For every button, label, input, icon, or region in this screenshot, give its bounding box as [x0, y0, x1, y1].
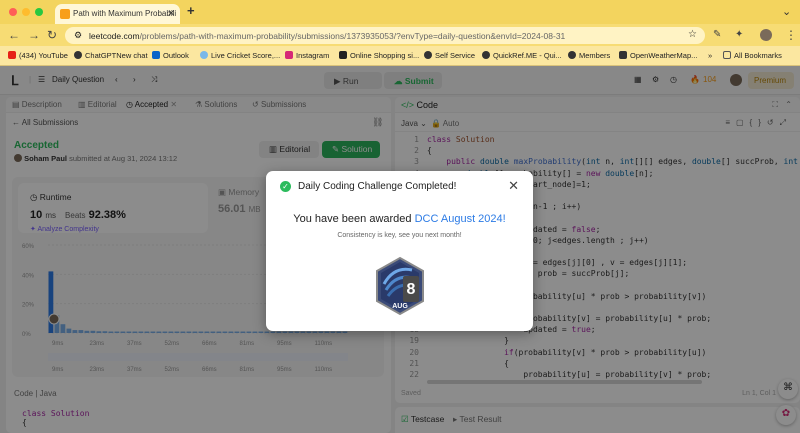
check-circle-icon: ✓	[280, 181, 291, 192]
leetcode-favicon-icon	[60, 9, 70, 19]
bookmark-cricket[interactable]: Live Cricket Score,...	[200, 51, 280, 60]
bookmarks-bar: (434) YouTube ChatGPTNew chat Outlook Li…	[0, 46, 800, 66]
youtube-icon	[8, 51, 16, 59]
badge-month: AUG	[392, 303, 408, 310]
bookmarks-overflow[interactable]: »	[708, 51, 712, 60]
instagram-icon	[285, 51, 293, 59]
forward-arrow-icon[interactable]: →	[28, 28, 40, 42]
self-service-icon	[424, 51, 432, 59]
members-icon	[568, 51, 576, 59]
bookmark-chatgpt[interactable]: ChatGPTNew chat	[74, 51, 148, 60]
modal-close-icon[interactable]: ✕	[508, 178, 519, 194]
outlook-icon	[152, 51, 160, 59]
back-arrow-icon[interactable]: ←	[8, 28, 20, 42]
tab-close-icon[interactable]: ✕	[167, 8, 175, 19]
cricket-icon	[200, 51, 208, 59]
bookmark-outlook[interactable]: Outlook	[152, 51, 189, 60]
minimize-window-dot[interactable]	[22, 8, 30, 16]
all-bookmarks[interactable]: All Bookmarks	[723, 51, 782, 60]
tab-title: Path with Maximum Probabili	[73, 9, 177, 18]
award-message: You have been awarded DCC August 2024!	[293, 213, 506, 225]
bookmark-self-service[interactable]: Self Service	[424, 51, 475, 60]
quickref-icon	[482, 51, 490, 59]
openweather-icon	[619, 51, 627, 59]
modal-subtitle: Consistency is key, see you next month!	[337, 232, 462, 239]
site-info-icon[interactable]: ⚙	[74, 30, 82, 41]
profile-avatar[interactable]	[760, 29, 772, 41]
extensions-puzzle-icon[interactable]: ✦	[735, 29, 743, 40]
url-field[interactable]: ⚙ leetcode.com/problems/path-with-maximu…	[65, 27, 705, 44]
bookmark-amazon[interactable]: Online Shopping si...	[339, 51, 419, 60]
tab-search-icon[interactable]: ⌄	[782, 5, 791, 18]
browser-menu-icon[interactable]: ⋮	[785, 28, 797, 42]
browser-tab-bar: Path with Maximum Probabili ✕ + ⌄	[0, 0, 800, 24]
bookmark-star-icon[interactable]: ☆	[688, 29, 697, 40]
url-domain: leetcode.com	[89, 31, 140, 41]
modal-title: Daily Coding Challenge Completed!	[298, 181, 457, 192]
browser-tab-active[interactable]: Path with Maximum Probabili ✕	[55, 4, 180, 24]
bookmark-youtube[interactable]: (434) YouTube	[8, 51, 68, 60]
bookmark-openweather[interactable]: OpenWeatherMap...	[619, 51, 697, 60]
extension-icon[interactable]: ✎	[713, 29, 721, 40]
bookmark-quickref[interactable]: QuickRef.ME - Qui...	[482, 51, 562, 60]
award-name[interactable]: DCC August 2024!	[415, 213, 506, 225]
dcc-badge-icon: 8 AUG	[376, 256, 424, 316]
bookmark-instagram[interactable]: Instagram	[285, 51, 329, 60]
reload-icon[interactable]: ↻	[47, 28, 57, 42]
url-path: /problems/path-with-maximum-probability/…	[139, 31, 566, 41]
close-window-dot[interactable]	[9, 8, 17, 16]
address-bar-row: ← → ↻ ⚙ leetcode.com/problems/path-with-…	[0, 24, 800, 46]
chatgpt-icon	[74, 51, 82, 59]
amazon-icon	[339, 51, 347, 59]
folder-icon	[723, 51, 731, 59]
bookmark-members[interactable]: Members	[568, 51, 610, 60]
new-tab-icon[interactable]: +	[187, 3, 195, 18]
badge-number: 8	[407, 281, 416, 298]
challenge-complete-modal: ✓ Daily Coding Challenge Completed! ✕ Yo…	[266, 171, 533, 331]
maximize-window-dot[interactable]	[35, 8, 43, 16]
